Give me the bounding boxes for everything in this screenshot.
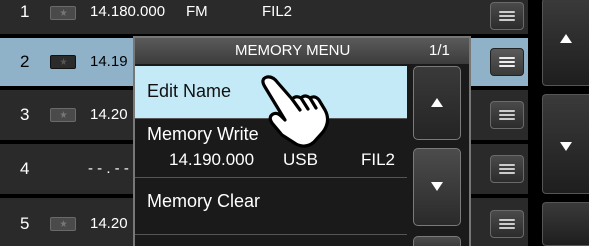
memory-frequency: - - . - - [88, 160, 129, 177]
memory-menu-title: MEMORY MENU [235, 42, 351, 59]
memory-number: 5 [20, 214, 30, 233]
memory-number: 3 [20, 105, 30, 124]
memory-frequency: 14.19 [90, 53, 128, 70]
memory-write-filter: FIL2 [361, 150, 396, 169]
scroll-up-button[interactable] [542, 0, 589, 86]
memory-frequency: 14.20 [90, 215, 128, 232]
row-menu-button[interactable] [490, 101, 524, 129]
menu-extra-button[interactable] [413, 236, 461, 246]
menu-item-label: Memory Clear [147, 191, 261, 211]
memory-mode: FM [186, 3, 208, 20]
memory-menu-title-bar: MEMORY MENU 1/1 [135, 38, 469, 64]
row-menu-button[interactable] [490, 155, 524, 183]
menu-divider [135, 234, 407, 235]
menu-item-label: Memory Write [147, 124, 259, 144]
menu-lines-icon [499, 110, 515, 121]
memory-frequency: 14.180.000 [90, 3, 166, 20]
scroll-down-button[interactable] [542, 94, 589, 194]
select-star-icon[interactable] [50, 217, 76, 231]
triangle-up-icon [560, 34, 572, 43]
triangle-down-icon [431, 182, 443, 191]
memory-number: 2 [20, 52, 30, 71]
pointing-hand-icon [261, 75, 330, 148]
memory-frequency: 14.20 [90, 106, 128, 123]
memory-list-screen: 1 14.180.000 FM FIL2 2 14.19 3 14.20 4 -… [0, 0, 589, 246]
triangle-up-icon [431, 98, 443, 107]
menu-lines-icon [499, 219, 515, 230]
memory-filter: FIL2 [262, 3, 293, 20]
select-star-icon[interactable] [50, 6, 76, 20]
menu-item-label: Edit Name [147, 81, 232, 101]
select-star-icon[interactable] [50, 108, 76, 122]
memory-number: 1 [20, 2, 30, 21]
menu-item-memory-clear[interactable]: Memory Clear [135, 178, 407, 234]
menu-lines-icon [499, 57, 515, 68]
memory-write-frequency: 14.190.000 [169, 150, 255, 169]
menu-lines-icon [499, 11, 515, 22]
row-menu-button[interactable] [490, 210, 524, 238]
memory-menu-page-indicator: 1/1 [429, 42, 450, 59]
memory-row[interactable]: 1 14.180.000 FM FIL2 [0, 0, 528, 34]
memory-number: 4 [20, 159, 30, 178]
triangle-down-icon [560, 142, 572, 151]
side-panel-button[interactable] [542, 202, 589, 246]
menu-scroll-up-button[interactable] [413, 66, 461, 140]
row-menu-button[interactable] [490, 48, 524, 76]
memory-write-mode: USB [283, 150, 318, 169]
menu-scroll-down-button[interactable] [413, 148, 461, 226]
menu-lines-icon [499, 164, 515, 175]
row-menu-button[interactable] [490, 2, 524, 30]
select-star-icon[interactable] [50, 55, 76, 69]
